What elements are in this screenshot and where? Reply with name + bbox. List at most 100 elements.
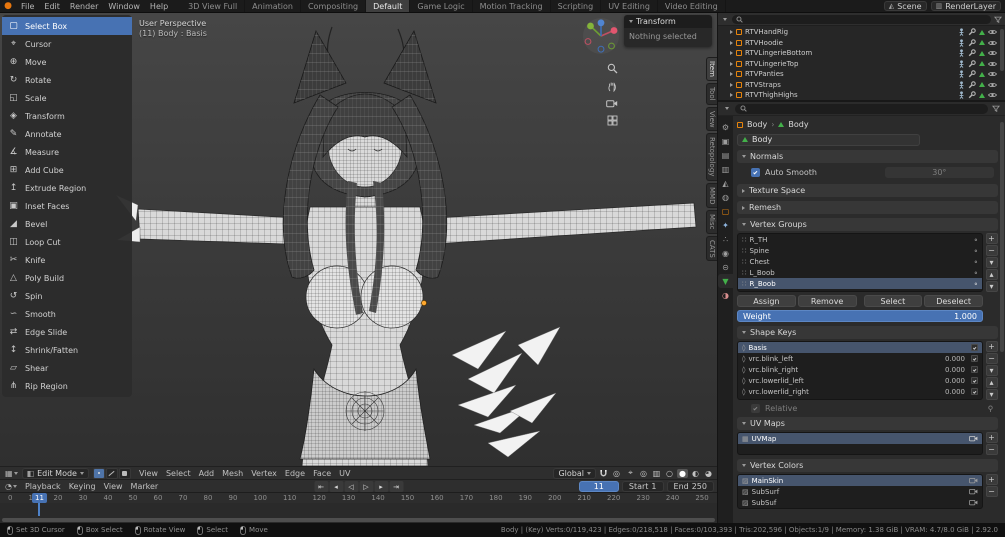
scene-selector[interactable]: ◭ Scene [884,1,927,11]
lock-icon[interactable]: ∘ [974,258,978,266]
tool-bevel[interactable]: ◢ Bevel [2,215,132,233]
tool-extrude-region[interactable]: ↥ Extrude Region [2,179,132,197]
tool-edge-slide[interactable]: ⇄ Edge Slide [2,323,132,341]
editor-type-button[interactable]: ◔ [3,482,19,491]
editor-type-button[interactable] [723,107,731,110]
tool-poly-build[interactable]: △ Poly Build [2,269,132,287]
scrollbar-thumb[interactable] [2,518,715,522]
vertex-color-item[interactable]: ▨ MainSkin [738,475,982,486]
specials-menu-button[interactable]: ▾ [986,365,998,376]
tab-particles[interactable]: ∴ [718,232,733,246]
auto-smooth-checkbox[interactable] [751,168,760,177]
tab-physics[interactable]: ◉ [718,246,733,260]
editor-type-button[interactable]: ▦ [3,469,20,478]
eye-icon[interactable] [988,82,997,88]
play-reverse-button[interactable]: ◁ [344,481,358,492]
timeline-menu[interactable]: Marker [127,480,163,492]
transform-panel-header[interactable]: Transform [624,15,712,28]
jump-to-start-button[interactable]: ⇤ [314,481,328,492]
tab-view-layer[interactable]: ▥ [718,162,733,176]
shading-material-icon[interactable]: ◐ [690,469,701,478]
properties-search-input[interactable] [735,104,988,114]
camera-icon[interactable] [969,435,978,442]
camera-icon[interactable] [969,499,978,506]
pan-hand-icon[interactable] [607,81,618,92]
tool-move[interactable]: ⊕ Move [2,53,132,71]
tool-add-cube[interactable]: ⊞ Add Cube [2,161,132,179]
snap-magnet-icon[interactable] [599,469,608,478]
tab-output[interactable]: ▤ [718,148,733,162]
blender-logo-icon[interactable]: ● [0,0,16,12]
vertex-group-item[interactable]: ∷ Spine ∘ [738,245,982,256]
shape-key-value[interactable]: 0.000 [945,355,965,363]
previous-keyframe-button[interactable]: ◂ [329,481,343,492]
move-down-button[interactable]: ▾ [986,281,998,292]
expand-arrow-icon[interactable] [730,72,733,76]
workspace-tab[interactable]: Game Logic [410,0,472,12]
remove-item-button[interactable]: − [986,353,998,364]
shape-key-item[interactable]: ◊ vrc.lowerlid_left 0.000 [738,375,982,386]
properties-scrollbar[interactable] [1000,122,1004,352]
specials-menu-button[interactable]: ▾ [986,257,998,268]
outliner-item[interactable]: RTVHoodie [730,38,1005,49]
outliner-scrollbar[interactable] [1000,29,1004,71]
move-down-button[interactable]: ▾ [986,389,998,400]
eye-icon[interactable] [988,61,997,67]
shape-key-checkbox[interactable] [971,344,978,351]
npanel-tab-misc[interactable]: Misc [706,210,717,233]
workspace-tab[interactable]: Scripting [551,0,602,12]
outliner-item[interactable]: RTVHandRig [730,27,1005,38]
vertex-select-mode-button[interactable] [93,468,105,479]
topbar-menu[interactable]: Render [65,0,103,12]
zoom-icon[interactable] [607,63,618,74]
editor-type-button[interactable] [721,18,729,21]
workspace-tab[interactable]: UV Editing [601,0,658,12]
breadcrumb-object[interactable]: Body [747,120,767,129]
camera-view-icon[interactable] [606,99,618,108]
face-select-mode-button[interactable] [119,468,131,479]
viewport-menu[interactable]: Mesh [218,467,247,479]
filter-icon[interactable] [992,105,1000,112]
start-frame-field[interactable]: Start 1 [622,481,664,492]
lock-icon[interactable]: ∘ [974,247,978,255]
shape-key-checkbox[interactable] [971,355,978,362]
viewport-menu[interactable]: Add [195,467,219,479]
end-frame-field[interactable]: End 250 [667,481,714,492]
tab-material[interactable]: ◑ [718,288,733,302]
shape-key-item[interactable]: ◊ Basis [738,342,982,353]
filter-icon[interactable] [994,16,1002,23]
tool-smooth[interactable]: ∽ Smooth [2,305,132,323]
shading-rendered-icon[interactable]: ◕ [703,469,714,478]
tool-annotate[interactable]: ✎ Annotate [2,125,132,143]
show-gizmo-icon[interactable]: ⌖ [625,468,636,478]
section-uv-maps[interactable]: UV Maps [737,417,998,430]
shape-key-checkbox[interactable] [971,366,978,373]
toggle-ortho-icon[interactable] [607,115,618,126]
jump-to-end-button[interactable]: ⇥ [389,481,403,492]
workspace-tab[interactable]: Default [366,0,410,12]
npanel-tab-item[interactable]: Item [706,57,717,81]
section-shape-keys[interactable]: Shape Keys [737,326,998,339]
shading-solid-icon[interactable]: ● [677,469,688,478]
lock-icon[interactable]: ∘ [974,280,978,288]
timeline-menu[interactable]: Keying [65,480,100,492]
timeline-menu[interactable]: Playback [21,480,65,492]
camera-icon[interactable] [969,488,978,495]
timeline-menu[interactable]: View [100,480,127,492]
shape-key-item[interactable]: ◊ vrc.blink_left 0.000 [738,353,982,364]
tool-loop-cut[interactable]: ◫ Loop Cut [2,233,132,251]
topbar-menu[interactable]: Window [103,0,145,12]
expand-arrow-icon[interactable] [730,93,733,97]
tool-scale[interactable]: ◱ Scale [2,89,132,107]
camera-icon[interactable] [969,477,978,484]
remove-item-button[interactable]: − [986,444,998,455]
proportional-edit-icon[interactable]: ◎ [611,469,622,478]
outliner-search-input[interactable] [732,15,991,24]
eye-icon[interactable] [988,29,997,35]
tool-spin[interactable]: ↺ Spin [2,287,132,305]
deselect-button[interactable]: Deselect [924,295,983,307]
add-item-button[interactable]: + [986,341,998,352]
shape-key-item[interactable]: ◊ vrc.lowerlid_right 0.000 [738,386,982,397]
topbar-menu[interactable]: Edit [39,0,65,12]
tab-active-tool[interactable]: ⚙ [718,120,733,134]
